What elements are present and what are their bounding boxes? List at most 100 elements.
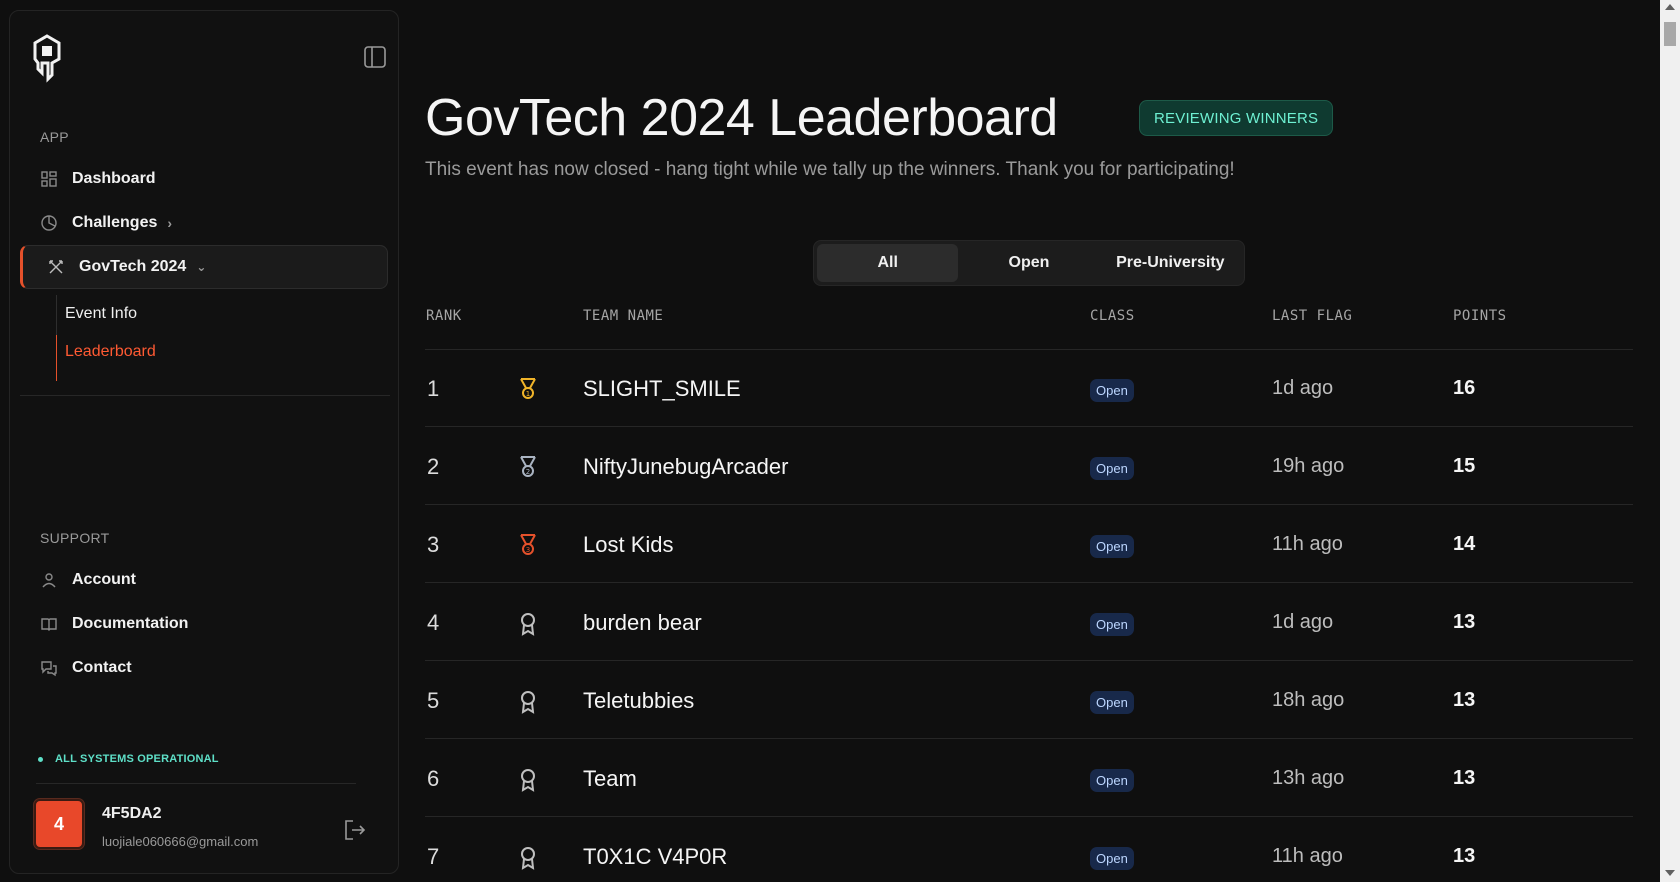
rank-cell: 4: [427, 609, 440, 635]
logout-icon[interactable]: [342, 817, 368, 843]
status-badge: REVIEWING WINNERS: [1139, 100, 1334, 136]
app-section-label: APP: [40, 129, 69, 145]
class-badge: Open: [1090, 457, 1134, 480]
chart-pie-icon: [40, 214, 58, 232]
class-cell: Open: [1090, 430, 1134, 507]
chevron-right-icon: ›: [167, 215, 173, 231]
sidebar-item-label: Contact: [72, 659, 132, 676]
sidebar-item-label: GovTech 2024: [79, 258, 187, 275]
page-subtitle: This event has now closed - hang tight w…: [425, 159, 1235, 180]
scroll-down-icon[interactable]: [1665, 870, 1675, 876]
sidebar-item-label: Documentation: [72, 615, 189, 632]
team-name[interactable]: Teletubbies: [583, 662, 694, 739]
class-cell: Open: [1090, 820, 1134, 882]
main-content: GovTech 2024 Leaderboard REVIEWING WINNE…: [425, 0, 1635, 882]
vertical-scrollbar[interactable]: [1660, 0, 1680, 882]
sidebar-item-contact[interactable]: Contact: [20, 646, 388, 690]
team-name[interactable]: T0X1C V4P0R: [583, 818, 727, 882]
sidebar-divider: [20, 395, 390, 396]
user-icon: [40, 571, 58, 589]
rank-cell: 7: [427, 843, 440, 869]
system-status-text: ALL SYSTEMS OPERATIONAL: [55, 753, 219, 765]
sidebar-item-dashboard[interactable]: Dashboard: [20, 157, 388, 201]
page-title: GovTech 2024 Leaderboard: [425, 89, 1058, 147]
medal-silver-icon: 2: [513, 428, 543, 505]
svg-text:1: 1: [526, 390, 530, 398]
class-cell: Open: [1090, 586, 1134, 663]
sidebar-subitem-leaderboard[interactable]: Leaderboard: [65, 343, 156, 361]
table-row[interactable]: 3 3 Lost Kids Open 11h ago 14: [425, 506, 1633, 583]
scroll-thumb[interactable]: [1664, 22, 1676, 46]
column-header-last-flag[interactable]: LAST FLAG: [1272, 308, 1352, 324]
last-flag-cell: 18h ago: [1272, 689, 1345, 711]
book-icon: [40, 615, 58, 633]
class-badge: Open: [1090, 535, 1134, 558]
award-icon: [513, 584, 543, 661]
user-name: 4F5DA2: [102, 805, 162, 822]
system-status: ALL SYSTEMS OPERATIONAL: [38, 753, 219, 765]
avatar[interactable]: 4: [34, 799, 84, 849]
submenu-guide-line: [56, 295, 57, 335]
team-name[interactable]: Team: [583, 740, 637, 817]
team-name[interactable]: Lost Kids: [583, 506, 674, 583]
column-header-rank[interactable]: RANK: [426, 308, 462, 324]
swords-icon: [47, 258, 65, 276]
tab-all[interactable]: All: [817, 244, 959, 282]
table-row[interactable]: 5 Teletubbies Open 18h ago 13: [425, 662, 1633, 739]
support-section-label: SUPPORT: [40, 530, 110, 546]
table-header: RANK TEAM NAME CLASS LAST FLAG POINTS: [425, 308, 1635, 348]
table-row[interactable]: 1 1 SLIGHT_SMILE Open 1d ago 16: [425, 350, 1633, 427]
points-cell: 15: [1453, 455, 1476, 477]
status-dot-icon: [38, 756, 43, 762]
sidebar-item-account[interactable]: Account: [20, 558, 388, 602]
points-cell: 13: [1453, 611, 1476, 633]
award-icon: [513, 662, 543, 739]
sidebar-item-challenges[interactable]: Challenges ›: [20, 201, 388, 245]
points-cell: 13: [1453, 845, 1476, 867]
sidebar-toggle-icon[interactable]: [362, 44, 388, 70]
last-flag-cell: 1d ago: [1272, 611, 1334, 633]
medal-gold-icon: 1: [513, 350, 543, 427]
points-cell: 14: [1453, 533, 1476, 555]
award-icon: [513, 818, 543, 882]
chat-icon: [40, 659, 58, 677]
svg-text:2: 2: [526, 468, 530, 476]
table-row[interactable]: 4 burden bear Open 1d ago 13: [425, 584, 1633, 661]
rank-cell: 2: [427, 453, 440, 479]
award-icon: [513, 740, 543, 817]
chevron-down-icon: ⌄: [196, 260, 207, 274]
tab-open[interactable]: Open: [958, 244, 1099, 282]
sidebar-subitem-event-info[interactable]: Event Info: [65, 305, 137, 323]
class-badge: Open: [1090, 379, 1134, 402]
last-flag-cell: 1d ago: [1272, 377, 1334, 399]
class-badge: Open: [1090, 691, 1134, 714]
svg-text:3: 3: [526, 546, 530, 554]
class-badge: Open: [1090, 769, 1134, 792]
last-flag-cell: 13h ago: [1272, 767, 1345, 789]
class-filter-tabs: All Open Pre-University: [813, 240, 1245, 286]
class-cell: Open: [1090, 508, 1134, 585]
column-header-team[interactable]: TEAM NAME: [583, 308, 663, 324]
column-header-points[interactable]: POINTS: [1453, 308, 1507, 324]
scroll-up-icon[interactable]: [1665, 4, 1675, 10]
table-row[interactable]: 2 2 NiftyJunebugArcader Open 19h ago 15: [425, 428, 1633, 505]
team-name[interactable]: SLIGHT_SMILE: [583, 350, 741, 427]
table-row[interactable]: 6 Team Open 13h ago 13: [425, 740, 1633, 817]
team-name[interactable]: NiftyJunebugArcader: [583, 428, 788, 505]
table-row[interactable]: 7 T0X1C V4P0R Open 11h ago 13: [425, 818, 1633, 882]
sidebar-item-govtech-2024[interactable]: GovTech 2024 ⌄: [20, 245, 388, 289]
rank-cell: 6: [427, 765, 440, 791]
class-badge: Open: [1090, 847, 1134, 870]
last-flag-cell: 19h ago: [1272, 455, 1345, 477]
app-logo[interactable]: [30, 33, 64, 83]
tab-pre-university[interactable]: Pre-University: [1100, 244, 1241, 282]
class-cell: Open: [1090, 742, 1134, 819]
rank-cell: 5: [427, 687, 440, 713]
sidebar-item-documentation[interactable]: Documentation: [20, 602, 388, 646]
team-name[interactable]: burden bear: [583, 584, 702, 661]
rank-cell: 1: [427, 375, 440, 401]
last-flag-cell: 11h ago: [1272, 533, 1343, 555]
rank-cell: 3: [427, 531, 440, 557]
grid-icon: [40, 170, 58, 188]
column-header-class[interactable]: CLASS: [1090, 308, 1135, 324]
